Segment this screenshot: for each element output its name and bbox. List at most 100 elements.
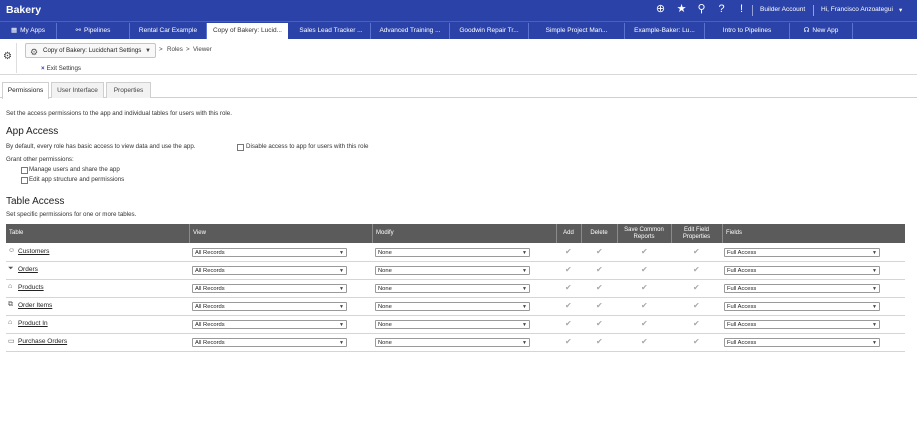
divider — [372, 224, 373, 243]
table-name-link[interactable]: Product In — [18, 320, 48, 327]
tab-advanced-training[interactable]: Advanced Training ... — [371, 23, 450, 39]
add-check-icon: ✔ — [565, 247, 572, 256]
modify-select[interactable]: None ▼ — [375, 266, 530, 275]
view-select[interactable]: All Records ▼ — [192, 302, 347, 311]
chevron-down-icon: ▼ — [872, 268, 877, 274]
column-header-fields: Fields — [726, 230, 743, 236]
divider — [813, 5, 814, 16]
tab-my-apps[interactable]: ▦ My Apps — [0, 23, 57, 39]
help-icon[interactable]: ? — [715, 3, 728, 16]
modify-select[interactable]: None ▼ — [375, 338, 530, 347]
column-header-delete: Delete — [590, 230, 608, 237]
table-row: ▭ Purchase Orders All Records ▼ None ▼ ✔ ✔… — [6, 334, 905, 352]
tab-intro-pipelines[interactable]: Intro to Pipelines — [705, 23, 790, 39]
add-check-icon: ✔ — [565, 283, 572, 292]
tab-permissions[interactable]: Permissions — [2, 82, 49, 99]
table-name-link[interactable]: Orders — [18, 266, 38, 273]
tab-label: Rental Car Example — [138, 27, 198, 34]
tab-pipelines[interactable]: ⚯ Pipelines — [57, 23, 130, 39]
column-header-save-reports: Save Common Reports — [624, 227, 664, 240]
edit-field-check-icon: ✔ — [693, 319, 700, 328]
manage-users-label: Manage users and share the app — [29, 166, 120, 173]
view-select[interactable]: All Records ▼ — [192, 266, 347, 275]
builder-account-link[interactable]: Builder Account — [760, 6, 805, 13]
view-select[interactable]: All Records ▼ — [192, 248, 347, 257]
modify-select[interactable]: None ▼ — [375, 284, 530, 293]
tab-rental-car[interactable]: Rental Car Example — [130, 23, 207, 39]
basic-access-text: By default, every role has basic access … — [6, 143, 196, 150]
fields-select[interactable]: Full Access ▼ — [724, 302, 880, 311]
tab-goodwin-repair[interactable]: Goodwin Repair Tr... — [450, 23, 529, 39]
bag-icon: ⌂ — [8, 283, 13, 290]
view-select[interactable]: All Records ▼ — [192, 284, 347, 293]
modify-select[interactable]: None ▼ — [375, 320, 530, 329]
chevron-down-icon: ▼ — [339, 322, 344, 328]
edit-structure-checkbox[interactable] — [21, 177, 28, 184]
gear-icon[interactable]: ⚙ — [3, 51, 12, 62]
tab-new-app[interactable]: ☊ New App — [790, 23, 853, 39]
tab-simple-project[interactable]: Simple Project Man... — [529, 23, 625, 39]
user-menu[interactable]: Hi, Francisco Anzoategui — [821, 6, 893, 13]
delete-check-icon: ✔ — [596, 337, 603, 346]
fields-select[interactable]: Full Access ▼ — [724, 248, 880, 257]
smiley-icon: ☺ — [8, 247, 16, 254]
chevron-down-icon: ▼ — [522, 268, 527, 274]
chevron-down-icon: ▼ — [339, 304, 344, 310]
fields-select[interactable]: Full Access ▼ — [724, 284, 880, 293]
alert-icon[interactable]: ! — [735, 3, 748, 16]
modify-select[interactable]: None ▼ — [375, 302, 530, 311]
select-value: Full Access — [727, 268, 757, 274]
select-value: Full Access — [727, 304, 757, 310]
column-header-table: Table — [9, 230, 24, 236]
table-name-link[interactable]: Customers — [18, 248, 49, 255]
disable-access-checkbox[interactable] — [237, 144, 244, 151]
table-name-link[interactable]: Products — [18, 284, 44, 291]
permissions-intro: Set the access permissions to the app an… — [6, 110, 232, 117]
exit-settings-link[interactable]: × Exit Settings — [41, 65, 81, 72]
delete-check-icon: ✔ — [596, 301, 603, 310]
fields-select[interactable]: Full Access ▼ — [724, 320, 880, 329]
app-title[interactable]: Bakery — [6, 4, 41, 16]
select-value: All Records — [195, 304, 225, 310]
app-settings-dropdown[interactable]: ⚙ Copy of Bakery: Lucidchart Settings ▼ — [25, 43, 156, 58]
tab-sales-lead[interactable]: Sales Lead Tracker ... — [292, 23, 371, 39]
tab-example-baker[interactable]: Example-Baker: Lu... — [625, 23, 705, 39]
save-reports-check-icon: ✔ — [641, 337, 648, 346]
chevron-down-icon: ▼ — [522, 286, 527, 292]
tab-label: Intro to Pipelines — [722, 27, 772, 34]
save-reports-check-icon: ✔ — [641, 247, 648, 256]
tab-user-interface[interactable]: User Interface — [51, 82, 104, 98]
modify-select[interactable]: None ▼ — [375, 248, 530, 257]
exit-label: Exit Settings — [46, 65, 82, 72]
edit-field-check-icon: ✔ — [693, 265, 700, 274]
tab-copy-of-bakery[interactable]: Copy of Bakery: Lucid... — [207, 23, 288, 39]
select-value: Full Access — [727, 250, 757, 256]
tab-label: Advanced Training ... — [379, 27, 441, 34]
select-value: None — [378, 340, 392, 346]
plus-circle-icon[interactable]: ⊕ — [654, 3, 667, 16]
chevron-down-icon: ▼ — [145, 48, 151, 54]
chevron-down-icon: ▼ — [872, 286, 877, 292]
new-app-icon: ☊ — [803, 27, 810, 34]
breadcrumb-roles[interactable]: Roles — [167, 46, 183, 53]
chevron-down-icon[interactable]: ▾ — [899, 6, 902, 14]
manage-users-checkbox[interactable] — [21, 167, 28, 174]
table-name-link[interactable]: Purchase Orders — [18, 338, 67, 345]
fields-select[interactable]: Full Access ▼ — [724, 266, 880, 275]
fields-select[interactable]: Full Access ▼ — [724, 338, 880, 347]
edit-field-check-icon: ✔ — [693, 247, 700, 256]
chevron-down-icon: ▼ — [339, 340, 344, 346]
star-icon[interactable]: ★ — [675, 3, 688, 16]
view-select[interactable]: All Records ▼ — [192, 320, 347, 329]
column-header-edit-field: Edit Field Properties — [682, 227, 711, 240]
tab-properties[interactable]: Properties — [106, 82, 151, 98]
view-select[interactable]: All Records ▼ — [192, 338, 347, 347]
select-value: Full Access — [727, 286, 757, 292]
tab-label: New App — [812, 27, 839, 34]
app-access-heading: App Access — [6, 126, 59, 137]
divider — [16, 43, 17, 73]
table-name-link[interactable]: Order Items — [18, 302, 52, 309]
chevron-down-icon: ▼ — [522, 322, 527, 328]
settings-subtabs: Permissions User Interface Properties — [0, 82, 917, 99]
search-icon[interactable]: ⚲ — [695, 3, 708, 16]
